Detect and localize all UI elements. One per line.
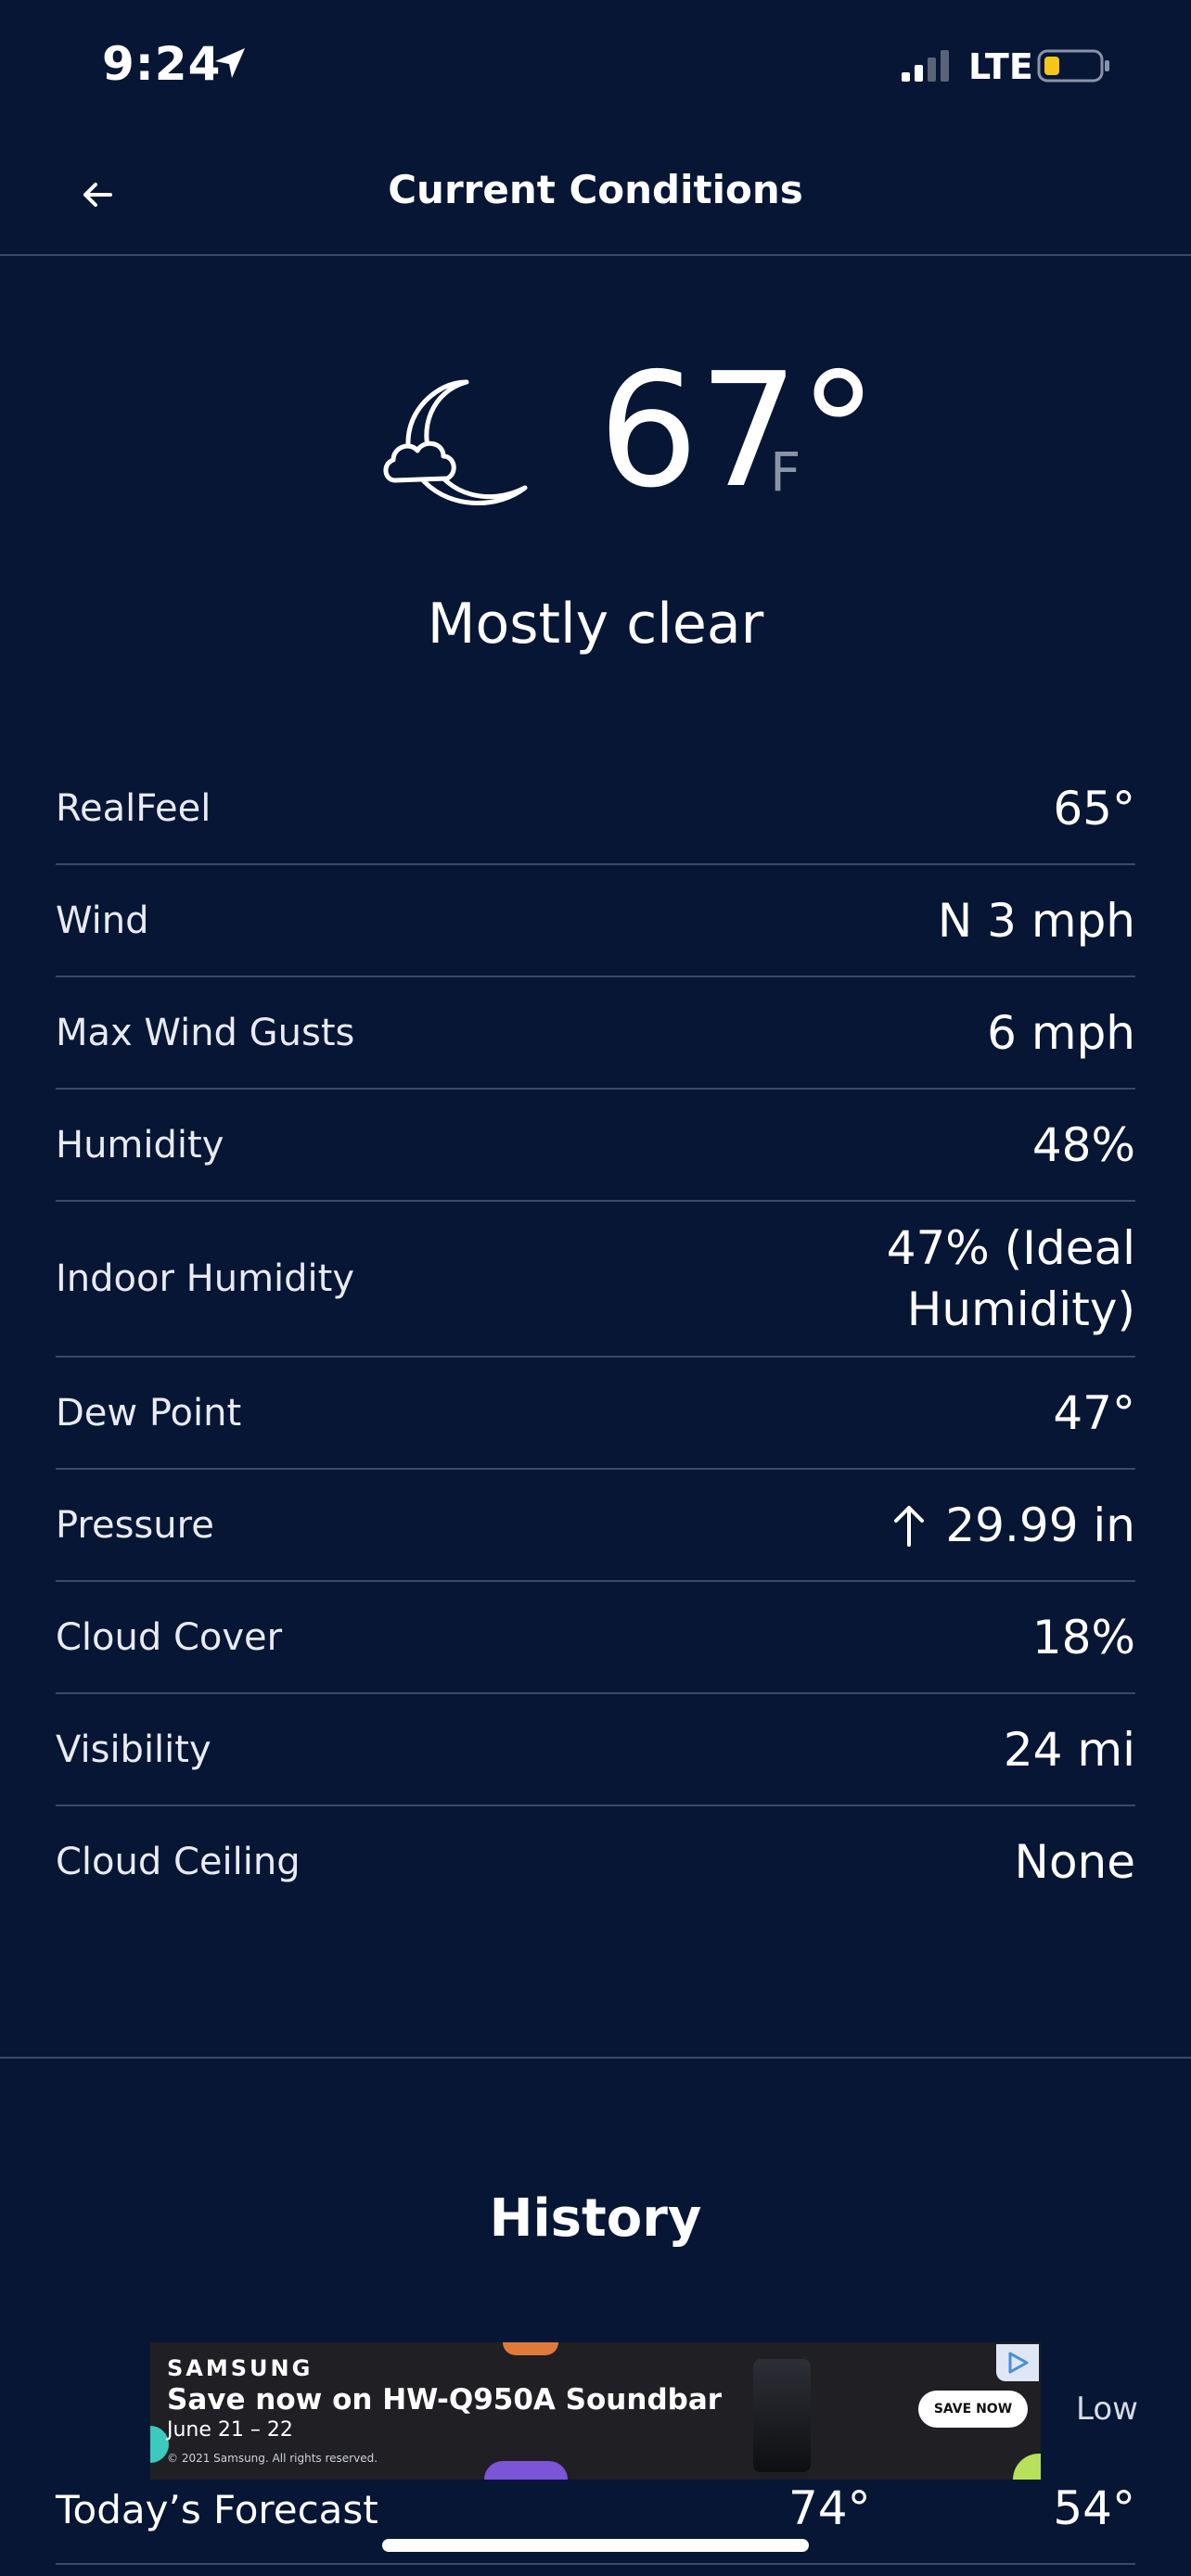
- current-temperature-section: 67° F: [0, 343, 1191, 529]
- arrow-up-icon: [894, 1505, 925, 1547]
- detail-label: Visibility: [56, 1728, 211, 1771]
- soundbar-speaker-image: [753, 2359, 811, 2472]
- detail-label: RealFeel: [56, 786, 211, 830]
- header: Current Conditions: [0, 130, 1191, 256]
- ad-decoration: [1013, 2454, 1041, 2480]
- detail-row-indoor-humidity: Indoor Humidity 47% (Ideal Humidity): [56, 1202, 1135, 1358]
- section-divider: [0, 2057, 1191, 2059]
- detail-value: 24 mi: [1003, 1722, 1135, 1777]
- detail-value: 47°: [1053, 1385, 1135, 1440]
- detail-label: Cloud Cover: [56, 1615, 283, 1659]
- ad-save-now-button[interactable]: SAVE NOW: [918, 2391, 1028, 2428]
- detail-row-visibility: Visibility 24 mi: [56, 1694, 1135, 1806]
- detail-row-dew-point: Dew Point 47°: [56, 1358, 1135, 1470]
- temperature-value: 67°: [598, 339, 878, 523]
- detail-label: Dew Point: [56, 1391, 242, 1435]
- temperature-unit: F: [770, 440, 801, 504]
- detail-value: None: [1014, 1834, 1135, 1889]
- detail-label: Cloud Ceiling: [56, 1840, 301, 1883]
- detail-label: Humidity: [56, 1123, 224, 1167]
- detail-row-pressure: Pressure 29.99 in: [56, 1470, 1135, 1582]
- location-arrow-icon: [215, 48, 245, 78]
- condition-text: Mostly clear: [427, 592, 764, 657]
- detail-value: 29.99 in: [945, 1498, 1135, 1552]
- detail-label: Wind: [56, 899, 149, 942]
- history-title: History: [489, 2188, 702, 2249]
- ad-decoration: [150, 2426, 169, 2463]
- ad-headline: Save now on HW-Q950A Soundbar: [167, 2383, 723, 2417]
- ad-legal-text: © 2021 Samsung. All rights reserved.: [167, 2452, 378, 2465]
- ad-brand: SAMSUNG: [167, 2355, 314, 2381]
- status-time: 9:24: [102, 37, 222, 91]
- detail-row-cloud-cover: Cloud Cover 18%: [56, 1582, 1135, 1694]
- detail-value: 48%: [1031, 1117, 1135, 1172]
- ad-date: June 21 – 22: [167, 2418, 293, 2442]
- detail-value: 18%: [1031, 1610, 1135, 1664]
- detail-row-humidity: Humidity 48%: [56, 1090, 1135, 1202]
- network-type: LTE: [968, 46, 1033, 87]
- detail-label: Indoor Humidity: [56, 1257, 355, 1300]
- moon-cloud-icon: [383, 379, 528, 505]
- home-indicator[interactable]: [382, 2539, 809, 2552]
- ad-decoration: [503, 2342, 558, 2355]
- detail-label: Max Wind Gusts: [56, 1011, 355, 1054]
- ad-banner[interactable]: SAMSUNG Save now on HW-Q950A Soundbar Ju…: [150, 2342, 1041, 2480]
- detail-label: Pressure: [56, 1503, 214, 1547]
- conditions-details-list: RealFeel 65° Wind N 3 mph Max Wind Gusts…: [56, 753, 1135, 1917]
- ad-choices-icon[interactable]: [996, 2344, 1039, 2381]
- detail-value: 6 mph: [987, 1005, 1135, 1060]
- page-title: Current Conditions: [388, 167, 803, 212]
- forecast-label: Today’s Forecast: [56, 2487, 378, 2532]
- forecast-high: 74°: [788, 2481, 871, 2535]
- detail-value: 47% (Ideal Humidity): [886, 1221, 1135, 1336]
- pressure-value-group: 29.99 in: [890, 1495, 1135, 1556]
- detail-row-wind: Wind N 3 mph: [56, 865, 1135, 977]
- detail-value: 65°: [1053, 781, 1135, 835]
- detail-row-max-wind-gusts: Max Wind Gusts 6 mph: [56, 977, 1135, 1090]
- detail-row-cloud-ceiling: Cloud Ceiling None: [56, 1806, 1135, 1917]
- detail-row-realfeel: RealFeel 65°: [56, 753, 1135, 865]
- ad-decoration: [484, 2461, 568, 2480]
- low-column-header: Low: [1076, 2391, 1138, 2428]
- detail-value: N 3 mph: [937, 893, 1135, 948]
- forecast-low: 54°: [1053, 2481, 1135, 2535]
- battery-icon: [1037, 49, 1109, 83]
- status-bar: 9:24 LTE: [0, 0, 1191, 130]
- cellular-signal-icon: [902, 50, 949, 82]
